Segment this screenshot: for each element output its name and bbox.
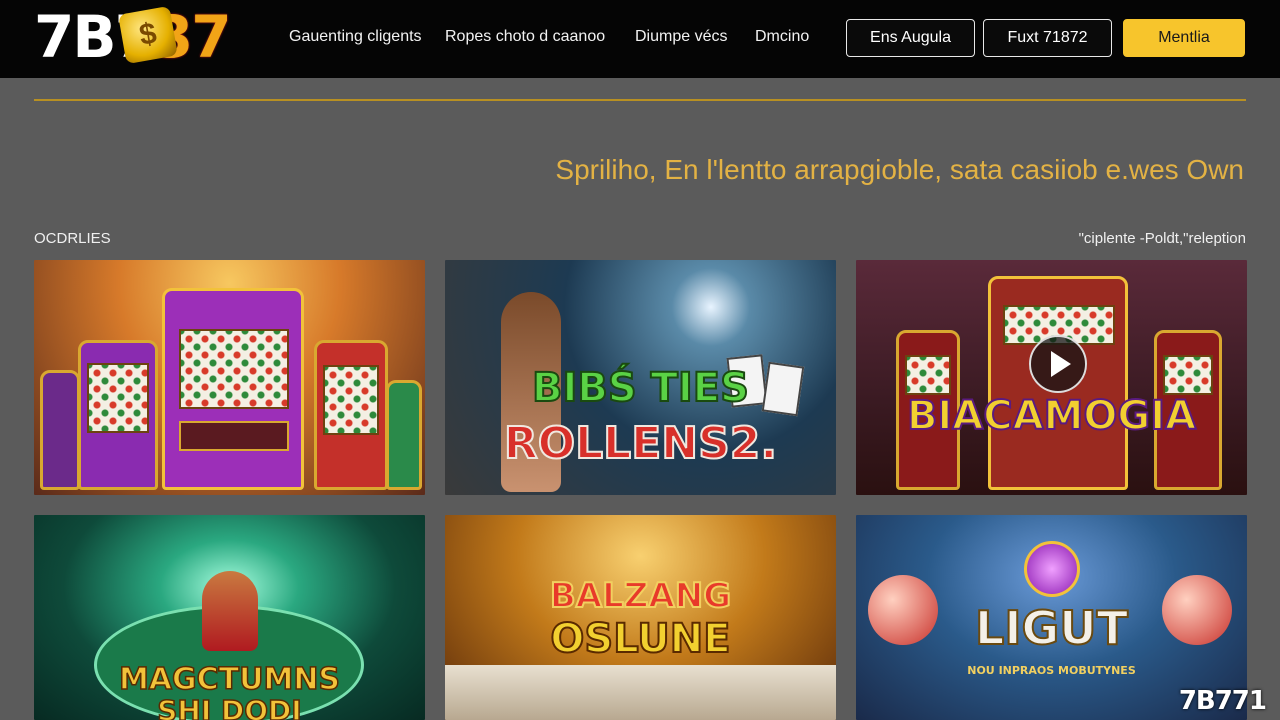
game-tile-3[interactable]: BIACAMOGIA — [856, 260, 1247, 495]
slot-machine — [386, 380, 422, 490]
game-title-line2: SHI DODI — [157, 694, 303, 720]
slot-machine — [78, 340, 158, 490]
cta-button[interactable]: Mentlia — [1123, 19, 1245, 57]
play-icon[interactable] — [1029, 335, 1087, 393]
nav-item-2[interactable]: Ropes choto d caanoo — [445, 28, 605, 46]
game-title-line2: ROLLENS2. — [503, 418, 778, 469]
top-navigation-bar: 7B7 37 $ Gauenting cligents Ropes choto d… — [0, 0, 1280, 78]
game-title-line1: BIBŚ TIES — [531, 365, 750, 411]
register-button[interactable]: Fuxt 71872 — [983, 19, 1112, 57]
game-tile-1[interactable] — [34, 260, 425, 495]
login-button[interactable]: Ens Augula — [846, 19, 975, 57]
coin-icon: $ — [118, 5, 178, 65]
slot-machine — [314, 340, 388, 490]
nav-item-3[interactable]: Diumpe vécs — [635, 28, 727, 46]
game-title-line1: MAGCTUMNS — [118, 662, 341, 697]
hero-tagline: Sprilihо, En l'lentto arrapgioble, sata … — [555, 154, 1244, 185]
watermark-logo: 7B771 — [1178, 686, 1267, 716]
nav-item-4[interactable]: Dmcino — [755, 28, 809, 46]
slot-scene — [34, 260, 425, 495]
character-figure — [202, 571, 258, 651]
slot-machine — [40, 370, 80, 490]
section-title: OCDRLIES — [34, 230, 111, 247]
game-tile-5[interactable]: BALZANG OSLUNE — [445, 515, 836, 720]
section-filter-link[interactable]: "ciplente -Poldt,"releption — [1079, 230, 1246, 247]
game-subtitle: NOU INPRAOS MOBUTYNES — [967, 664, 1136, 677]
game-title: BIACAMOGIA — [906, 393, 1197, 439]
game-title-line2: OSLUNE — [549, 616, 731, 662]
gem-icon — [1024, 541, 1080, 597]
game-table — [445, 665, 836, 720]
game-tile-2[interactable]: BIBŚ TIES ROLLENS2. — [445, 260, 836, 495]
slot-machine-main — [162, 288, 304, 490]
night-scene: BIBŚ TIES ROLLENS2. — [445, 260, 836, 495]
golden-hall-scene: BALZANG OSLUNE — [445, 515, 836, 720]
nav-item-1[interactable]: Gauenting cligents — [289, 28, 422, 46]
gold-divider — [34, 99, 1246, 101]
emerald-scene: MAGCTUMNS SHI DODI — [34, 515, 425, 720]
game-tile-4[interactable]: MAGCTUMNS SHI DODI — [34, 515, 425, 720]
game-title-line1: BALZANG — [549, 576, 732, 616]
game-title: LIGUT — [974, 601, 1129, 655]
casino-scene: BIACAMOGIA — [856, 260, 1247, 495]
